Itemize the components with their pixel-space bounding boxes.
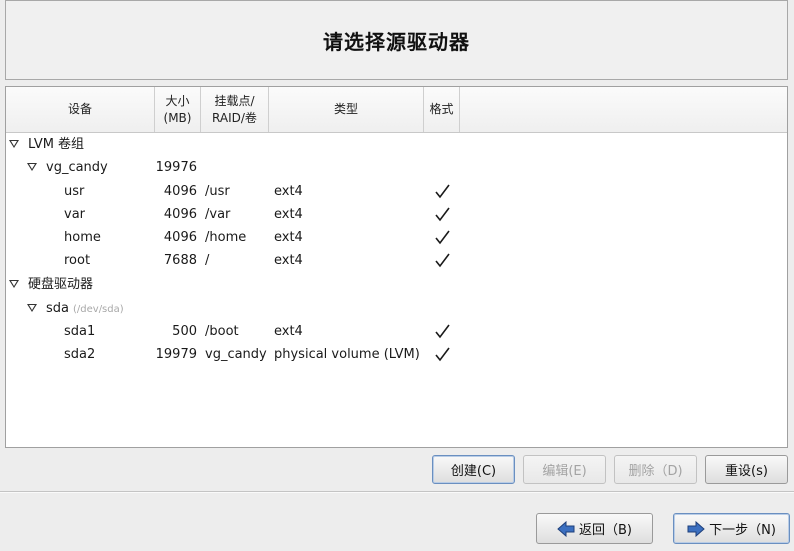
type-cell: physical volume (LVM) xyxy=(274,347,420,362)
type-cell: ext4 xyxy=(274,253,303,268)
reset-button[interactable]: 重设(s) xyxy=(705,455,788,484)
table-row[interactable]: sda2 19979 vg_candy physical volume (LVM) xyxy=(6,343,787,366)
expander-arrow-icon[interactable] xyxy=(27,304,37,312)
device-label: LVM 卷组 xyxy=(28,137,85,152)
table-row[interactable]: LVM 卷组 xyxy=(6,133,787,156)
expander-arrow-icon[interactable] xyxy=(9,140,19,148)
mount-cell: / xyxy=(205,253,210,268)
device-label: root xyxy=(64,253,91,268)
expander-arrow-icon[interactable] xyxy=(27,163,37,171)
table-header: 设备 大小 (MB) 挂载点/ RAID/卷 类型 格式 xyxy=(6,87,787,133)
next-button-label: 下一步（N) xyxy=(709,523,776,538)
mount-cell: /var xyxy=(205,207,231,222)
table-row[interactable]: sda1 500/boot ext4 xyxy=(6,320,787,343)
separator-highlight xyxy=(0,492,794,493)
type-cell: ext4 xyxy=(274,207,303,222)
mount-cell: /usr xyxy=(205,184,230,199)
format-checkmark-icon[interactable] xyxy=(434,183,451,200)
device-cell: usr xyxy=(64,180,84,203)
partition-table[interactable]: 设备 大小 (MB) 挂载点/ RAID/卷 类型 格式 LVM 卷组 vg_ca… xyxy=(5,86,788,448)
arrow-right-icon xyxy=(687,520,705,537)
type-cell: ext4 xyxy=(274,184,303,199)
back-button-label: 返回（B) xyxy=(579,523,632,538)
arrow-left-icon xyxy=(557,520,575,537)
size-cell: 4096 xyxy=(163,207,197,222)
device-label: var xyxy=(64,207,86,222)
edit-button[interactable]: 编辑(E) xyxy=(523,455,606,484)
type-cell: ext4 xyxy=(274,230,303,245)
type-cell: ext4 xyxy=(274,324,303,339)
column-header-type[interactable]: 类型 xyxy=(269,87,424,132)
column-header-format[interactable]: 格式 xyxy=(424,87,460,132)
page-header: 请选择源驱动器 xyxy=(5,0,788,80)
table-row[interactable]: sda (/dev/sda) xyxy=(6,297,787,320)
format-checkmark-icon[interactable] xyxy=(434,346,451,363)
page-title: 请选择源驱动器 xyxy=(323,29,470,54)
table-row[interactable]: vg_candy 19976 xyxy=(6,156,787,179)
device-cell: 硬盘驱动器 xyxy=(28,273,93,296)
size-cell: 7688 xyxy=(163,253,197,268)
table-row[interactable]: root 7688 / ext4 xyxy=(6,249,787,272)
size-cell: 500 xyxy=(172,324,197,339)
device-label: usr xyxy=(64,184,85,199)
format-checkmark-icon[interactable] xyxy=(434,323,451,340)
table-row[interactable]: home 4096/home ext4 xyxy=(6,226,787,249)
table-row[interactable]: 硬盘驱动器 xyxy=(6,273,787,296)
back-button[interactable]: 返回（B) xyxy=(536,513,653,544)
format-checkmark-icon[interactable] xyxy=(434,229,451,246)
device-cell: LVM 卷组 xyxy=(28,133,84,156)
delete-button[interactable]: 删除（D) xyxy=(614,455,697,484)
device-label: sda xyxy=(46,301,69,316)
size-cell: 4096 xyxy=(163,184,197,199)
device-cell: vg_candy xyxy=(46,156,108,179)
format-checkmark-icon[interactable] xyxy=(434,252,451,269)
device-cell: sda2 xyxy=(64,343,95,366)
device-cell: sda (/dev/sda) xyxy=(46,297,124,320)
mount-cell: vg_candy xyxy=(205,347,267,362)
format-checkmark-icon[interactable] xyxy=(434,206,451,223)
column-header-size[interactable]: 大小 (MB) xyxy=(155,87,201,132)
device-label: 硬盘驱动器 xyxy=(28,277,94,292)
column-header-mount[interactable]: 挂载点/ RAID/卷 xyxy=(201,87,269,132)
mount-cell: /home xyxy=(205,230,247,245)
size-cell: 19979 xyxy=(155,347,197,362)
table-row[interactable]: usr 4096/usr ext4 xyxy=(6,180,787,203)
device-label: home xyxy=(64,230,101,245)
device-path: (/dev/sda) xyxy=(73,304,124,315)
mount-cell: /boot xyxy=(205,324,239,339)
column-header-device[interactable]: 设备 xyxy=(6,87,155,132)
size-cell: 19976 xyxy=(155,160,197,175)
device-label: sda2 xyxy=(64,347,96,362)
table-row[interactable]: var 4096/var ext4 xyxy=(6,203,787,226)
device-cell: root xyxy=(64,249,90,272)
device-cell: home xyxy=(64,226,101,249)
size-cell: 4096 xyxy=(163,230,197,245)
create-button[interactable]: 创建(C) xyxy=(432,455,515,484)
device-label: sda1 xyxy=(64,324,96,339)
device-label: vg_candy xyxy=(46,160,108,175)
expander-arrow-icon[interactable] xyxy=(9,280,19,288)
next-button[interactable]: 下一步（N) xyxy=(673,513,790,544)
device-cell: var xyxy=(64,203,85,226)
device-cell: sda1 xyxy=(64,320,95,343)
